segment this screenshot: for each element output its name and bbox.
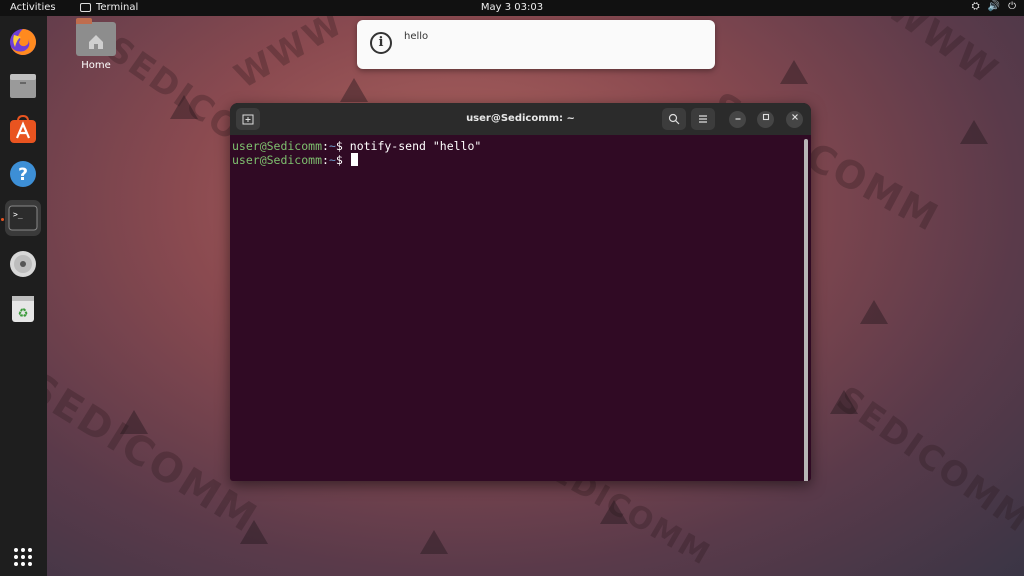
prompt-user: user@Sedicomm (232, 139, 323, 153)
prompt-path: ~ (328, 153, 336, 167)
wallpaper-triangle (780, 60, 808, 84)
apps-grid-icon (14, 548, 32, 566)
show-apps-button[interactable] (5, 542, 41, 572)
wallpaper-triangle (960, 120, 988, 144)
top-bar: Activities Terminal May 3 03:03 ⛭ 🔊 ⏻ (0, 0, 1024, 16)
wallpaper-triangle (240, 520, 268, 544)
search-button[interactable] (662, 108, 686, 130)
files-icon (10, 74, 36, 98)
maximize-icon (762, 113, 769, 121)
system-tray[interactable]: ⛭ 🔊 ⏻ (972, 1, 1016, 12)
prompt-path: ~ (328, 139, 336, 153)
text-cursor (350, 153, 358, 166)
power-icon: ⏻ (1008, 1, 1016, 12)
help-icon: ? (10, 161, 36, 187)
wallpaper-triangle (830, 390, 858, 414)
dock-item-software[interactable] (5, 112, 41, 148)
terminal-output[interactable]: user@Sedicomm:~$ notify-send "hello" use… (230, 135, 811, 481)
wallpaper-triangle (860, 300, 888, 324)
wallpaper-triangle (340, 78, 368, 102)
menu-button[interactable] (691, 108, 715, 130)
clock[interactable]: May 3 03:03 (481, 2, 543, 13)
svg-text:?: ? (18, 165, 28, 185)
terminal-titlebar[interactable]: user@Sedicomm: ~ (230, 103, 811, 135)
info-icon: i (370, 32, 392, 54)
app-menu[interactable]: Terminal (80, 2, 138, 13)
terminal-icon: >_ (8, 205, 38, 231)
terminal-line: user@Sedicomm:~$ (232, 153, 809, 167)
software-icon (10, 115, 36, 143)
trash-icon: ♻ (12, 296, 34, 322)
svg-text:>_: >_ (13, 210, 23, 219)
prompt-user: user@Sedicomm (232, 153, 323, 167)
notification-banner[interactable]: i hello (357, 20, 715, 69)
wallpaper-triangle (170, 95, 198, 119)
minimize-button[interactable] (729, 111, 746, 128)
desktop-home-folder[interactable]: Home (70, 18, 122, 71)
running-indicator (1, 218, 4, 221)
home-folder-label: Home (81, 60, 111, 71)
dock-item-files[interactable] (5, 68, 41, 104)
volume-icon: 🔊 (987, 1, 1001, 12)
dock: ? >_ ♻ (0, 16, 47, 576)
prompt-symbol: $ (335, 153, 343, 167)
wallpaper-watermark: SEDICOMM (828, 378, 1024, 542)
app-name: Terminal (96, 2, 139, 13)
network-icon: ⛭ (971, 1, 980, 12)
activities-button[interactable]: Activities (10, 2, 56, 13)
minimize-icon (735, 118, 740, 120)
wallpaper-triangle (420, 530, 448, 554)
dock-item-disc[interactable] (5, 246, 41, 282)
home-folder-icon (76, 18, 116, 56)
close-icon (791, 114, 798, 120)
dock-item-help[interactable]: ? (5, 156, 41, 192)
hamburger-icon (699, 115, 707, 123)
notification-message: hello (404, 31, 429, 42)
wallpaper-triangle (600, 500, 628, 524)
search-icon (668, 113, 680, 125)
wallpaper-triangle (120, 410, 148, 434)
close-button[interactable] (786, 111, 803, 128)
scrollbar[interactable] (804, 139, 808, 481)
terminal-window[interactable]: user@Sedicomm: ~ user@Sedicomm:~$ notify… (230, 103, 811, 481)
terminal-line: user@Sedicomm:~$ notify-send "hello" (232, 139, 482, 153)
terminal-icon (80, 3, 91, 12)
command-text: notify-send "hello" (349, 139, 482, 153)
maximize-button[interactable] (757, 111, 774, 128)
dock-item-firefox[interactable] (5, 24, 41, 60)
firefox-icon (10, 29, 36, 55)
wallpaper-watermark: SEDICOMM (17, 363, 266, 543)
dock-item-trash[interactable]: ♻ (5, 290, 41, 326)
svg-text:♻: ♻ (18, 306, 29, 320)
wallpaper-watermark: WWW (227, 3, 351, 97)
dock-item-terminal[interactable]: >_ (5, 200, 41, 236)
disc-icon (10, 251, 36, 277)
window-title: user@Sedicomm: ~ (466, 113, 575, 124)
prompt-symbol: $ (335, 139, 343, 153)
